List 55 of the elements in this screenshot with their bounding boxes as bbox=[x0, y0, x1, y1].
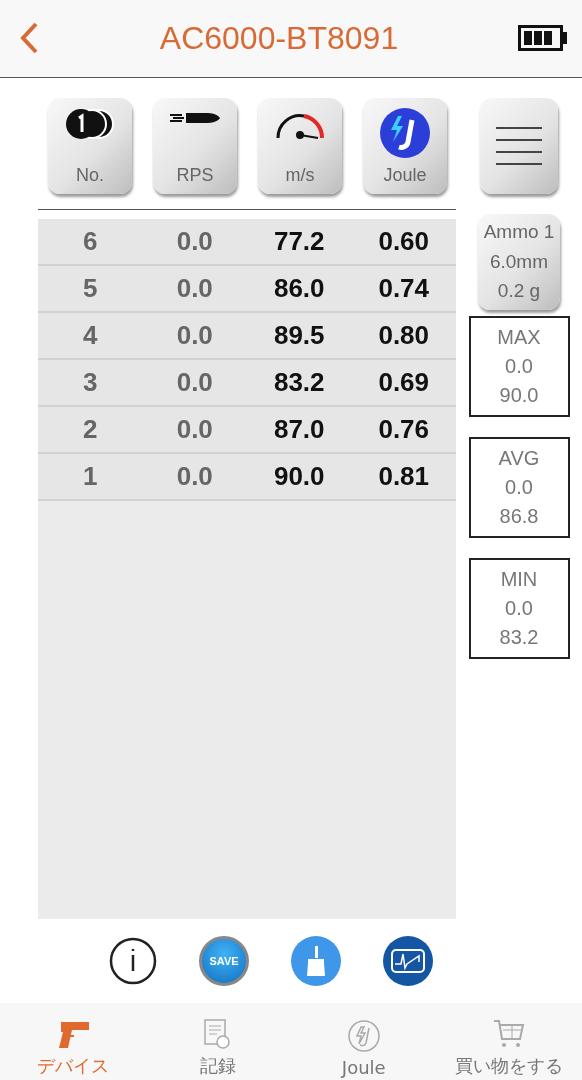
table-cell-text: 0.0 bbox=[175, 226, 214, 257]
stat-value: 83.2 bbox=[499, 625, 539, 649]
stat-label: MAX bbox=[497, 325, 541, 349]
table-cell-text: 0.69 bbox=[377, 367, 431, 398]
menu-icon bbox=[494, 125, 544, 166]
table-cell-text: 0.74 bbox=[377, 273, 431, 304]
table-cell-text: 5 bbox=[82, 273, 99, 304]
table-cell-text: 6 bbox=[82, 226, 99, 257]
ammo-button[interactable]: Ammo 1 6.0mm 0.2 g bbox=[478, 213, 560, 310]
save-button[interactable]: SAVE bbox=[199, 936, 249, 987]
table-cell-text: 89.5 bbox=[272, 320, 326, 351]
column-button[interactable]: RPS bbox=[153, 97, 237, 194]
battery-icon bbox=[518, 25, 568, 52]
table-cell-text: 2 bbox=[82, 414, 99, 445]
stat-value: 0.0 bbox=[505, 596, 533, 620]
table-cell-text: 0.0 bbox=[175, 414, 214, 445]
column-button[interactable]: m/s bbox=[258, 97, 342, 194]
stat-value: 0.0 bbox=[505, 475, 533, 499]
column-button[interactable]: No. bbox=[48, 97, 132, 194]
stat-value: 0.0 bbox=[505, 354, 533, 378]
nav-tab[interactable]: デバイス bbox=[0, 1003, 146, 1080]
table-cell-text: 86.0 bbox=[272, 273, 326, 304]
table-cell-text: 0.60 bbox=[377, 226, 431, 257]
joule-icon bbox=[380, 107, 430, 158]
table-cell-text: 0.81 bbox=[377, 461, 431, 492]
table-cell-text: 90.0 bbox=[272, 461, 326, 492]
joule-icon bbox=[346, 1019, 381, 1053]
table-cell-text: 0.76 bbox=[377, 414, 431, 445]
table-cell-text: 0.0 bbox=[175, 367, 214, 398]
table-cell-text: 0.0 bbox=[175, 273, 214, 304]
back-button[interactable] bbox=[18, 21, 40, 56]
menu-button[interactable] bbox=[480, 97, 558, 194]
info-button[interactable] bbox=[109, 937, 157, 986]
stat-label: MIN bbox=[500, 567, 538, 591]
coins-icon bbox=[65, 107, 115, 140]
table-cell-text: 87.0 bbox=[272, 414, 326, 445]
table-cell-text: 77.2 bbox=[272, 226, 326, 257]
table-cell-text: 0.0 bbox=[175, 320, 214, 351]
column-button[interactable]: Joule bbox=[363, 97, 447, 194]
table-cell-text: 83.2 bbox=[272, 367, 326, 398]
table-cell-text: 0.80 bbox=[377, 320, 431, 351]
table-cell-text: 4 bbox=[82, 320, 99, 351]
stat-label: AVG bbox=[498, 446, 540, 470]
waveform-button[interactable] bbox=[383, 936, 433, 987]
stat-value: 86.8 bbox=[499, 504, 539, 528]
table-cell-text: 1 bbox=[82, 461, 99, 492]
table-cell-text: 0.0 bbox=[175, 461, 214, 492]
device-title: AC6000-BT8091 bbox=[159, 19, 399, 57]
nav-tab[interactable]: 買い物をする bbox=[436, 1003, 582, 1080]
nav-tab[interactable]: Joule bbox=[291, 1003, 437, 1080]
table-cell-text: 3 bbox=[82, 367, 99, 398]
cart-icon bbox=[492, 1018, 527, 1050]
stat-value: 90.0 bbox=[499, 383, 539, 407]
brush-button[interactable] bbox=[291, 936, 341, 987]
nav-tab[interactable]: 記録 bbox=[145, 1003, 291, 1080]
